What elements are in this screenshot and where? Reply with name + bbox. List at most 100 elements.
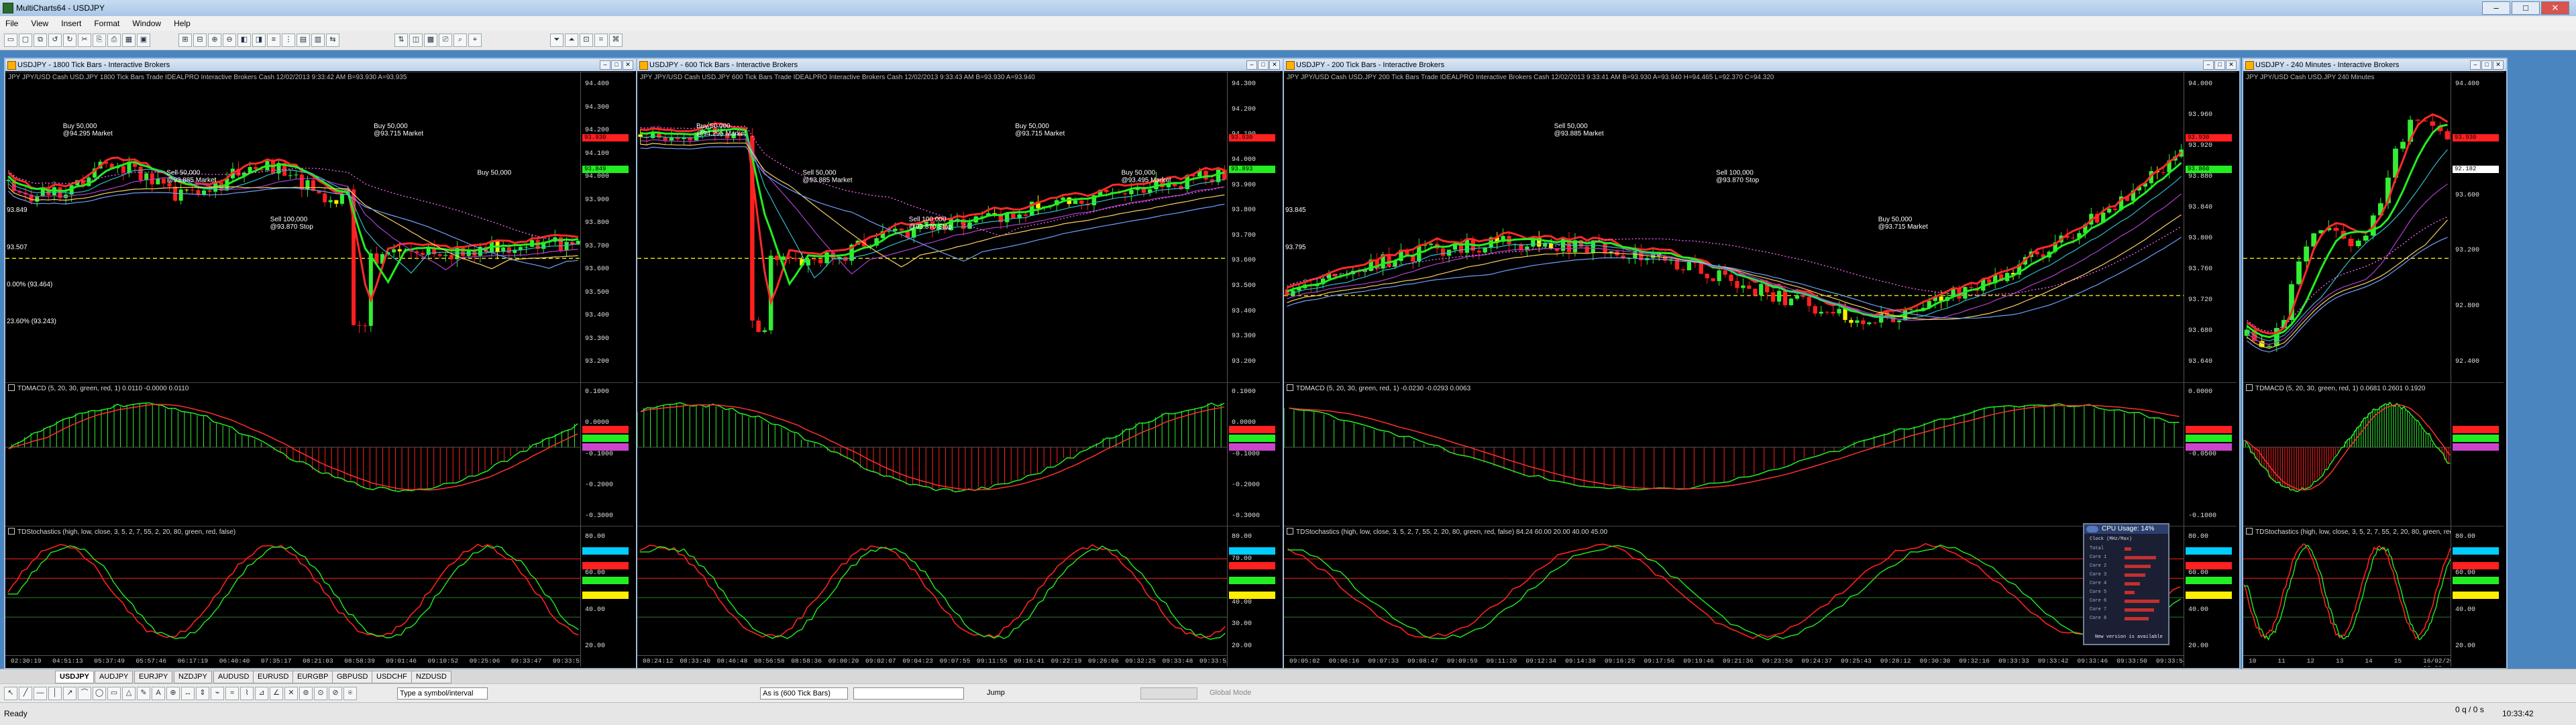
menu-format[interactable]: Format: [89, 16, 125, 31]
stochastics-pane[interactable]: TDStochastics (high, low, close, 3, 5, 2…: [5, 526, 633, 667]
stoch-plot[interactable]: [5, 526, 581, 656]
chart-window-title[interactable]: USDJPY - 1800 Tick Bars - Interactive Br…: [5, 59, 636, 71]
redo-icon[interactable]: ↻: [63, 34, 76, 47]
stochastics-pane[interactable]: 08:24:12 08:33:40 08:46:48 08:56:58 08:58:36…: [637, 526, 1280, 667]
menu-help[interactable]: Help: [168, 16, 196, 31]
trade-annotation[interactable]: Buy 50,000: [1122, 169, 1156, 176]
macd-pane[interactable]: TDMACD (5, 20, 30, green, red, 1) 0.0681…: [2243, 382, 2504, 526]
symbol-tab-usdjpy[interactable]: USDJPY: [55, 671, 95, 683]
pointer-icon[interactable]: ↖: [4, 687, 17, 700]
trade-annotation[interactable]: Sell 50,000: [1554, 123, 1588, 130]
frame-icon[interactable]: ⊡: [580, 34, 593, 47]
main-plot[interactable]: Buy 50,000@94.295 MarketSell 50,000@93.8…: [637, 72, 1228, 382]
macd-pane[interactable]: 0.1000 0.0000 -0.1000 -0.2000 -0.3000: [637, 382, 1280, 526]
macd-pane[interactable]: TDMACD (5, 20, 30, green, red, 1) 0.0110…: [5, 382, 633, 526]
delete-icon[interactable]: ✕: [284, 687, 298, 700]
zoom-in-icon[interactable]: ⊕: [208, 34, 221, 47]
bars-icon[interactable]: ▤: [297, 34, 310, 47]
chart-window-title[interactable]: USDJPY - 600 Tick Bars - Interactive Bro…: [637, 59, 1283, 71]
price-axis[interactable]: 80.0070.0060.0040.0030.0020.00: [1227, 526, 1280, 667]
stoch-plot[interactable]: [2243, 526, 2451, 656]
screenshot-icon[interactable]: ⎚: [439, 34, 452, 47]
vline-icon[interactable]: │: [48, 687, 62, 700]
hresize-icon[interactable]: ↔: [181, 687, 195, 700]
sort-icon[interactable]: ⇅: [394, 34, 408, 47]
time-axis[interactable]: 08:24:12 08:33:40 08:46:48 08:56:58 08:58:36…: [637, 655, 1230, 667]
price-axis[interactable]: 94.400 94.300 94.200 94.100 94.000 93.900 93.8…: [580, 72, 633, 382]
fib-icon[interactable]: ⌇: [240, 687, 254, 700]
layout-icon[interactable]: ◫: [409, 34, 423, 47]
stoch-plot[interactable]: [637, 526, 1228, 656]
price-axis[interactable]: 94.000 93.960 93.920 93.880 93.840 93.800 93.7…: [2184, 72, 2237, 382]
chart-icon[interactable]: ▣: [137, 34, 150, 47]
cpu-usage-widget[interactable]: CPU Usage: 14% Clock (MHz/Max) Total Core…: [2083, 523, 2169, 645]
stochastics-pane[interactable]: TDStochastics (high, low, close, 3, 5, 2…: [2243, 526, 2504, 667]
trade-annotation[interactable]: Buy 50,000: [1878, 216, 1913, 223]
time-axis[interactable]: 09:05:02 09:06:16 09:07:33 09:08:47 09:09:59…: [1284, 655, 2187, 667]
macd-plot[interactable]: [2243, 383, 2451, 526]
circle-icon[interactable]: ⊚: [299, 687, 313, 700]
symbol-tab-usdchf[interactable]: USDCHF: [372, 671, 412, 683]
right-panel-icon[interactable]: ◨: [252, 34, 266, 47]
symbol-tab-eurgbp[interactable]: EURGBP: [292, 671, 333, 683]
macd-plot[interactable]: [637, 383, 1228, 526]
trade-annotation[interactable]: Buy 50,000: [478, 169, 512, 176]
time-slider[interactable]: [1140, 687, 1197, 700]
window-minimize-button[interactable]: –: [600, 60, 610, 70]
window-close-button[interactable]: ✕: [2226, 60, 2237, 70]
window-close-button[interactable]: ✕: [623, 60, 633, 70]
trade-annotation[interactable]: Sell 100,000: [909, 216, 947, 223]
undo-icon[interactable]: ↺: [48, 34, 62, 47]
no-icon[interactable]: ⊘: [329, 687, 342, 700]
menu-insert[interactable]: Insert: [56, 16, 87, 31]
vresize-icon[interactable]: ⇕: [196, 687, 209, 700]
list-icon[interactable]: ≡: [267, 34, 280, 47]
window-maximize-button[interactable]: □: [2214, 60, 2225, 70]
rectangle-icon[interactable]: ▭: [107, 687, 121, 700]
menu-file[interactable]: File: [0, 16, 23, 31]
price-axis[interactable]: 80.00 60.00 40.00 20.00: [2451, 526, 2504, 667]
main-plot[interactable]: Sell 50,000@93.885 MarketSell 100,000@93…: [1284, 72, 2184, 382]
trade-annotation[interactable]: Buy 50,000: [1015, 123, 1049, 130]
pattern-icon[interactable]: ▩: [424, 34, 437, 47]
symbol-tab-audjpy[interactable]: AUDJPY: [95, 671, 133, 683]
chart-window-title[interactable]: USDJPY - 240 Minutes - Interactive Broke…: [2243, 59, 2506, 71]
remove-window-icon[interactable]: ⊟: [193, 34, 207, 47]
price-axis[interactable]: 0.0000 -0.0500 -0.1000: [2184, 383, 2237, 526]
save-icon[interactable]: ⧉: [34, 34, 47, 47]
angle-icon[interactable]: ∠: [270, 687, 283, 700]
menu-icon[interactable]: ⋮: [282, 34, 295, 47]
price-pane[interactable]: Sell 50,000 @93.885 Market Sell 100,000 @93…: [1284, 72, 2237, 382]
pencil-icon[interactable]: ✎: [137, 687, 150, 700]
down-icon[interactable]: ⏷: [550, 34, 564, 47]
main-plot[interactable]: Buy 50,000@94.295 MarketSell 50,000@93.8…: [5, 72, 581, 382]
command-icon[interactable]: ⌘: [609, 34, 623, 47]
maximize-button[interactable]: □: [2512, 1, 2540, 15]
ray-icon[interactable]: ↗: [63, 687, 76, 700]
print-icon[interactable]: ⎙: [107, 34, 121, 47]
window-minimize-button[interactable]: –: [1246, 60, 1257, 70]
chart-window-w2[interactable]: USDJPY - 600 Tick Bars - Interactive Bro…: [636, 58, 1284, 669]
price-axis[interactable]: [2451, 383, 2504, 526]
menu-view[interactable]: View: [25, 16, 54, 31]
trade-annotation[interactable]: Sell 50,000: [802, 169, 836, 176]
time-axis[interactable]: 02:30:19 04:51:13 05:37:49 05:57:46 06:17:19…: [5, 655, 584, 667]
grid-icon[interactable]: ▦: [122, 34, 136, 47]
symbol-tab-eurusd[interactable]: EURUSD: [253, 671, 294, 683]
macd-pane[interactable]: TDMACD (5, 20, 30, green, red, 1) -0.023…: [1284, 382, 2237, 526]
chart-window-w1[interactable]: USDJPY - 1800 Tick Bars - Interactive Br…: [4, 58, 637, 669]
price-axis[interactable]: 94.40094.00093.60093.20092.80092.40093.9…: [2451, 72, 2504, 382]
price-axis[interactable]: 94.30094.20094.10094.00093.90093.80093.7…: [1227, 72, 1280, 382]
trade-annotation[interactable]: Sell 100,000: [1716, 169, 1754, 176]
minimize-button[interactable]: –: [2482, 1, 2510, 15]
symbol-tab-eurjpy[interactable]: EURJPY: [134, 671, 173, 683]
jump-button[interactable]: Jump: [985, 687, 1027, 698]
window-minimize-button[interactable]: –: [2203, 60, 2214, 70]
open-icon[interactable]: ▢: [19, 34, 32, 47]
price-axis[interactable]: 0.1000 0.0000 -0.1000 -0.2000 -0.3000: [580, 383, 633, 526]
price-axis[interactable]: 80.00 60.00 40.00 20.00: [580, 526, 633, 667]
window-maximize-button[interactable]: □: [1258, 60, 1269, 70]
stoch-plot[interactable]: [1284, 526, 2184, 656]
wave-icon[interactable]: ≈: [225, 687, 239, 700]
left-panel-icon[interactable]: ◧: [237, 34, 251, 47]
